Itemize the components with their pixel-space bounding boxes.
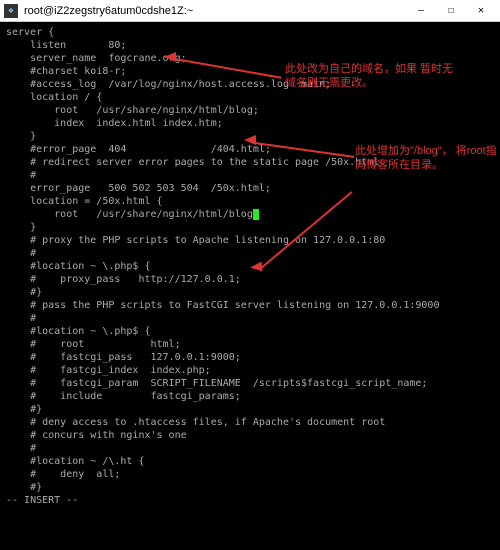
config-line: location = /50x.html {	[6, 195, 494, 208]
config-line: #location ~ /\.ht {	[6, 455, 494, 468]
config-line: location / {	[6, 91, 494, 104]
vim-mode-indicator: -- INSERT --	[6, 494, 494, 507]
config-line: #}	[6, 403, 494, 416]
config-line: #location ~ \.php$ {	[6, 325, 494, 338]
terminal-viewport[interactable]: server { listen 80; server_name fogcrane…	[0, 22, 500, 550]
config-line: server {	[6, 26, 494, 39]
config-line: # deny access to .htaccess files, if Apa…	[6, 416, 494, 429]
config-line: # proxy the PHP scripts to Apache listen…	[6, 234, 494, 247]
window-title: root@iZ2zegstry6atum0cdshe1Z:~	[24, 5, 406, 17]
config-line: # fastcgi_index index.php;	[6, 364, 494, 377]
annotation-text-2: 此处增加为"/blog"， 将root指向博客所在目录。	[355, 144, 500, 172]
window-controls: — ☐ ✕	[406, 0, 496, 22]
config-line: index index.html index.htm;	[6, 117, 494, 130]
text-cursor	[253, 209, 259, 220]
config-line: #	[6, 247, 494, 260]
config-line: }	[6, 221, 494, 234]
config-line: root /usr/share/nginx/html/blog	[6, 208, 494, 221]
config-line: # pass the PHP scripts to FastCGI server…	[6, 299, 494, 312]
config-line: # include fastcgi_params;	[6, 390, 494, 403]
config-line: #	[6, 442, 494, 455]
config-line: # proxy_pass http://127.0.0.1;	[6, 273, 494, 286]
config-line: #}	[6, 481, 494, 494]
config-line: #	[6, 312, 494, 325]
app-icon: ❖	[4, 4, 18, 18]
config-line: # root html;	[6, 338, 494, 351]
minimize-button[interactable]: —	[406, 0, 436, 22]
config-line: listen 80;	[6, 39, 494, 52]
maximize-button[interactable]: ☐	[436, 0, 466, 22]
close-button[interactable]: ✕	[466, 0, 496, 22]
annotation-arrowhead	[164, 52, 176, 62]
annotation-text-1: 此处改为自己的域名，如果 暂时无域名则无需更改。	[285, 62, 455, 90]
config-line: # fastcgi_pass 127.0.0.1:9000;	[6, 351, 494, 364]
config-line: root /usr/share/nginx/html/blog;	[6, 104, 494, 117]
config-line: # concurs with nginx's one	[6, 429, 494, 442]
config-line: # deny all;	[6, 468, 494, 481]
config-line: #}	[6, 286, 494, 299]
annotation-arrowhead	[244, 135, 256, 145]
config-line: # fastcgi_param SCRIPT_FILENAME /scripts…	[6, 377, 494, 390]
window-titlebar: ❖ root@iZ2zegstry6atum0cdshe1Z:~ — ☐ ✕	[0, 0, 500, 22]
annotation-arrowhead	[250, 261, 263, 272]
config-line: error_page 500 502 503 504 /50x.html;	[6, 182, 494, 195]
